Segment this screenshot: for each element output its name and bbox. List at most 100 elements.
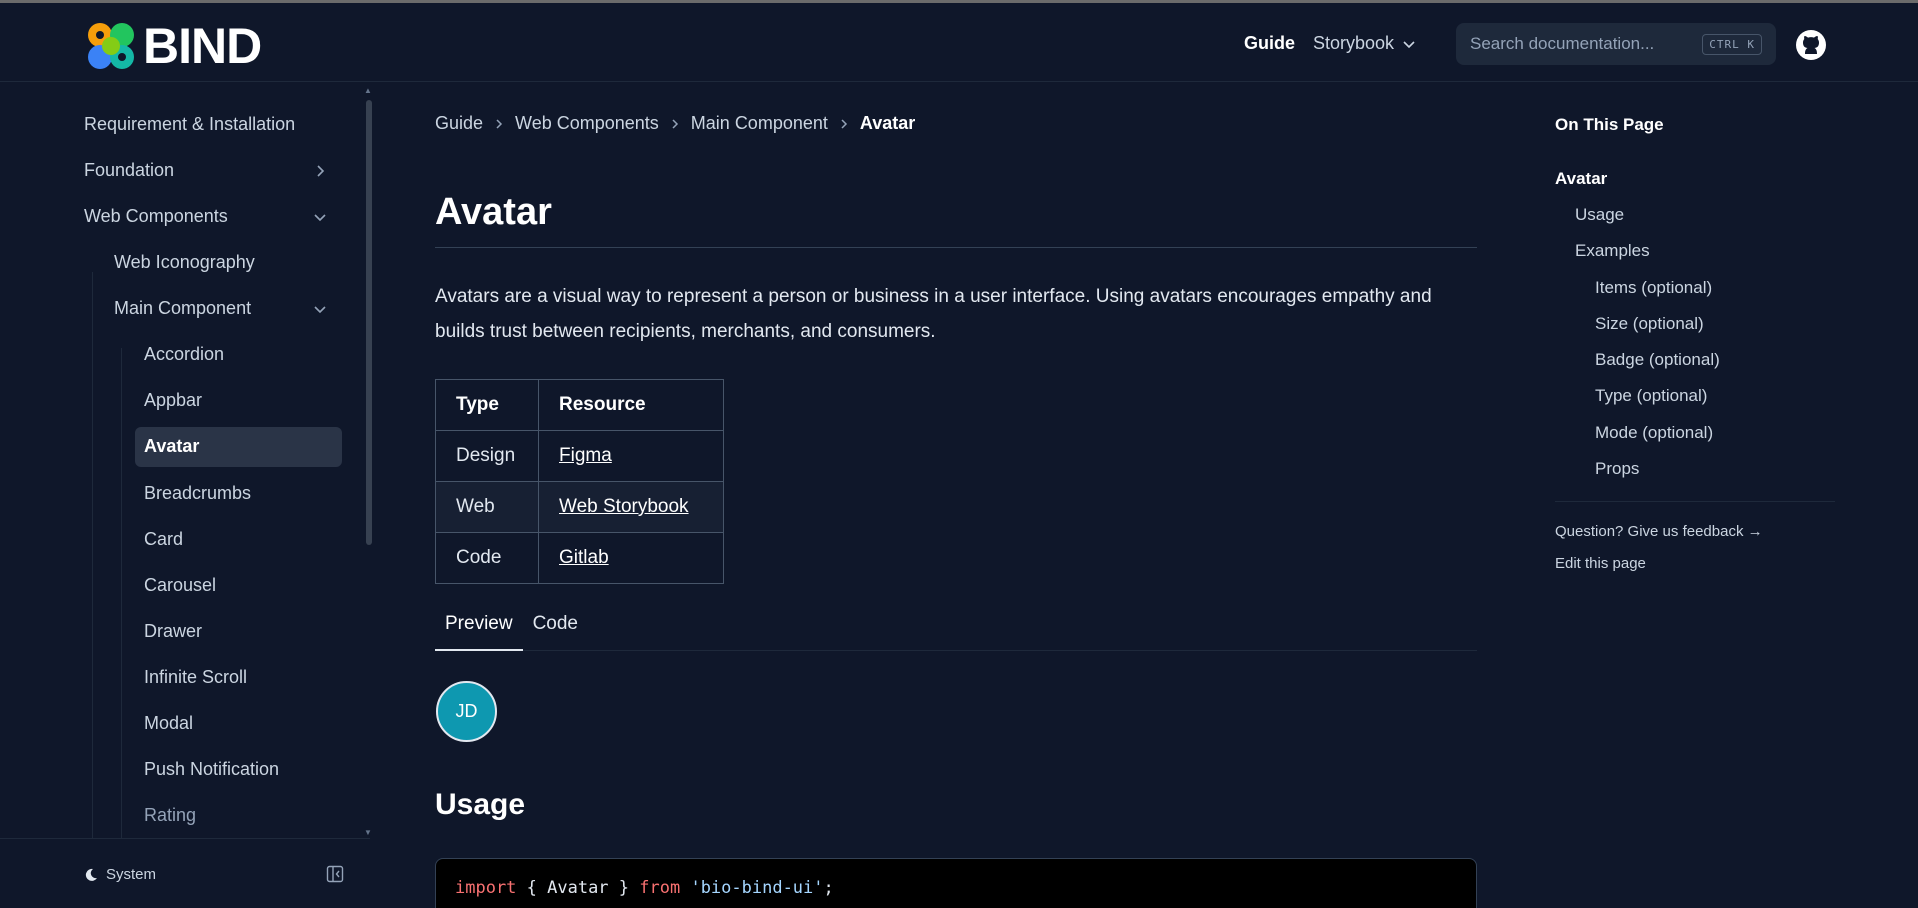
nav-storybook-dropdown[interactable]: Storybook <box>1313 33 1416 54</box>
table-cell-type: Code <box>435 532 539 584</box>
sidebar-item-main-component[interactable]: Main Component <box>114 298 370 319</box>
toc-item-mode[interactable]: Mode (optional) <box>1595 423 1713 443</box>
chevron-right-icon <box>493 118 505 130</box>
sidebar-item-label: Breadcrumbs <box>144 483 252 503</box>
table-row: Design Figma <box>435 430 724 482</box>
sidebar-item-label: Requirement & Installation <box>84 114 296 134</box>
sidebar-item-appbar[interactable]: Appbar <box>144 390 202 411</box>
table-cell-type: Web <box>435 481 539 533</box>
logo-text: BIND <box>143 18 262 74</box>
toc-item-size[interactable]: Size (optional) <box>1595 314 1704 334</box>
github-icon[interactable] <box>1795 29 1827 61</box>
sidebar: Requirement & Installation Foundation We… <box>0 83 370 838</box>
sidebar-item-label: Card <box>144 529 184 549</box>
title-divider <box>435 247 1477 248</box>
sidebar-item-web-iconography[interactable]: Web Iconography <box>114 252 255 273</box>
bind-logo-icon <box>88 23 134 69</box>
chevron-down-icon <box>314 213 326 221</box>
collapse-sidebar-icon[interactable] <box>326 865 344 883</box>
intro-paragraph: Avatars are a visual way to represent a … <box>435 286 1432 342</box>
gitlab-link[interactable]: Gitlab <box>559 547 609 568</box>
scroll-up-arrow[interactable]: ▲ <box>364 86 372 95</box>
breadcrumb-current: Avatar <box>859 113 916 133</box>
sidebar-item-label: Accordion <box>144 344 225 364</box>
sidebar-item-avatar[interactable]: Avatar <box>144 436 199 457</box>
sidebar-item-card[interactable]: Card <box>144 529 183 550</box>
toc-item-items[interactable]: Items (optional) <box>1595 278 1712 298</box>
sidebar-item-accordion[interactable]: Accordion <box>144 344 224 365</box>
sidebar-item-push-notification[interactable]: Push Notification <box>144 759 279 780</box>
theme-label: System <box>106 866 157 883</box>
sidebar-item-breadcrumbs[interactable]: Breadcrumbs <box>144 483 251 504</box>
toc-divider <box>1555 501 1835 502</box>
toc-item-props[interactable]: Props <box>1595 459 1639 479</box>
web-storybook-link[interactable]: Web Storybook <box>559 496 689 517</box>
sidebar-item-drawer[interactable]: Drawer <box>144 621 202 642</box>
breadcrumb-guide[interactable]: Guide <box>435 113 483 134</box>
sidebar-footer: System <box>0 838 370 908</box>
edit-page-link[interactable]: Edit this page <box>1555 555 1646 572</box>
scroll-down-arrow[interactable]: ▼ <box>364 828 372 837</box>
toc-item-type[interactable]: Type (optional) <box>1595 386 1707 406</box>
sidebar-item-web-components[interactable]: Web Components <box>84 206 370 227</box>
code-text: ; <box>823 878 834 898</box>
breadcrumb-web-components[interactable]: Web Components <box>515 113 659 134</box>
preview-code-tabs: Preview Code <box>435 603 1477 651</box>
sidebar-item-infinite-scroll[interactable]: Infinite Scroll <box>144 667 247 688</box>
table-cell-resource: Web Storybook <box>538 481 724 533</box>
chevron-down-icon <box>314 305 326 313</box>
sidebar-item-label: Avatar <box>144 436 200 456</box>
sidebar-item-rating[interactable]: Rating <box>144 805 196 826</box>
sidebar-item-label: Foundation <box>84 160 175 180</box>
table-cell-resource: Gitlab <box>538 532 724 584</box>
table-row: Code Gitlab <box>435 532 724 584</box>
chevron-right-icon <box>317 164 325 177</box>
sidebar-item-label: Main Component <box>114 298 252 318</box>
search-input[interactable]: Search documentation... CTRL K <box>1456 23 1776 65</box>
toc-title: On This Page <box>1555 115 1664 134</box>
sidebar-item-requirement[interactable]: Requirement & Installation <box>84 114 295 135</box>
chevron-down-icon <box>1403 40 1415 48</box>
sidebar-item-modal[interactable]: Modal <box>144 713 193 734</box>
sidebar-item-carousel[interactable]: Carousel <box>144 575 216 596</box>
table-row: Web Web Storybook <box>435 481 724 533</box>
sidebar-item-label: Web Iconography <box>114 252 255 272</box>
moon-icon <box>85 868 97 881</box>
resource-table: Type Resource Design Figma Web Web Story… <box>435 379 724 584</box>
feedback-link[interactable]: Question? Give us feedback → <box>1555 523 1763 540</box>
toc-item-badge[interactable]: Badge (optional) <box>1595 350 1720 370</box>
avatar: JD <box>436 681 497 742</box>
breadcrumb-main-component[interactable]: Main Component <box>691 113 828 134</box>
sidebar-scrollbar[interactable] <box>366 100 372 545</box>
nav-guide-link[interactable]: Guide <box>1244 33 1295 54</box>
toc-item-avatar[interactable]: Avatar <box>1555 169 1607 189</box>
code-keyword: import <box>455 878 517 898</box>
sidebar-item-label: Modal <box>144 713 194 733</box>
tree-guide-line <box>121 348 122 838</box>
toc-item-usage[interactable]: Usage <box>1575 205 1624 225</box>
top-header: BIND Guide Storybook Search documentatio… <box>0 3 1918 82</box>
figma-link[interactable]: Figma <box>559 445 612 466</box>
search-placeholder: Search documentation... <box>1470 34 1655 53</box>
breadcrumb: Guide Web Components Main Component Avat… <box>435 113 915 134</box>
sidebar-item-label: Appbar <box>144 390 203 410</box>
usage-heading: Usage <box>435 788 526 821</box>
chevron-right-icon <box>669 118 681 130</box>
code-keyword: from <box>639 878 681 898</box>
sidebar-item-label: Web Components <box>84 206 228 226</box>
tab-preview[interactable]: Preview <box>435 603 523 651</box>
table-header-row: Type Resource <box>435 379 724 431</box>
sidebar-item-label: Carousel <box>144 575 217 595</box>
sidebar-item-foundation[interactable]: Foundation <box>84 160 370 181</box>
theme-toggle[interactable]: System <box>84 866 156 883</box>
toc-item-examples[interactable]: Examples <box>1575 241 1650 261</box>
code-string: 'bio-bind-ui' <box>690 878 824 898</box>
logo[interactable]: BIND <box>85 18 262 74</box>
tab-code[interactable]: Code <box>523 603 588 651</box>
search-shortcut-badge: CTRL K <box>1702 33 1762 55</box>
main-content: Guide Web Components Main Component Avat… <box>435 83 1477 908</box>
page-title: Avatar <box>435 191 552 233</box>
code-block: import { Avatar } from 'bio-bind-ui'; <box>435 858 1477 908</box>
code-text: { Avatar } <box>516 878 640 898</box>
